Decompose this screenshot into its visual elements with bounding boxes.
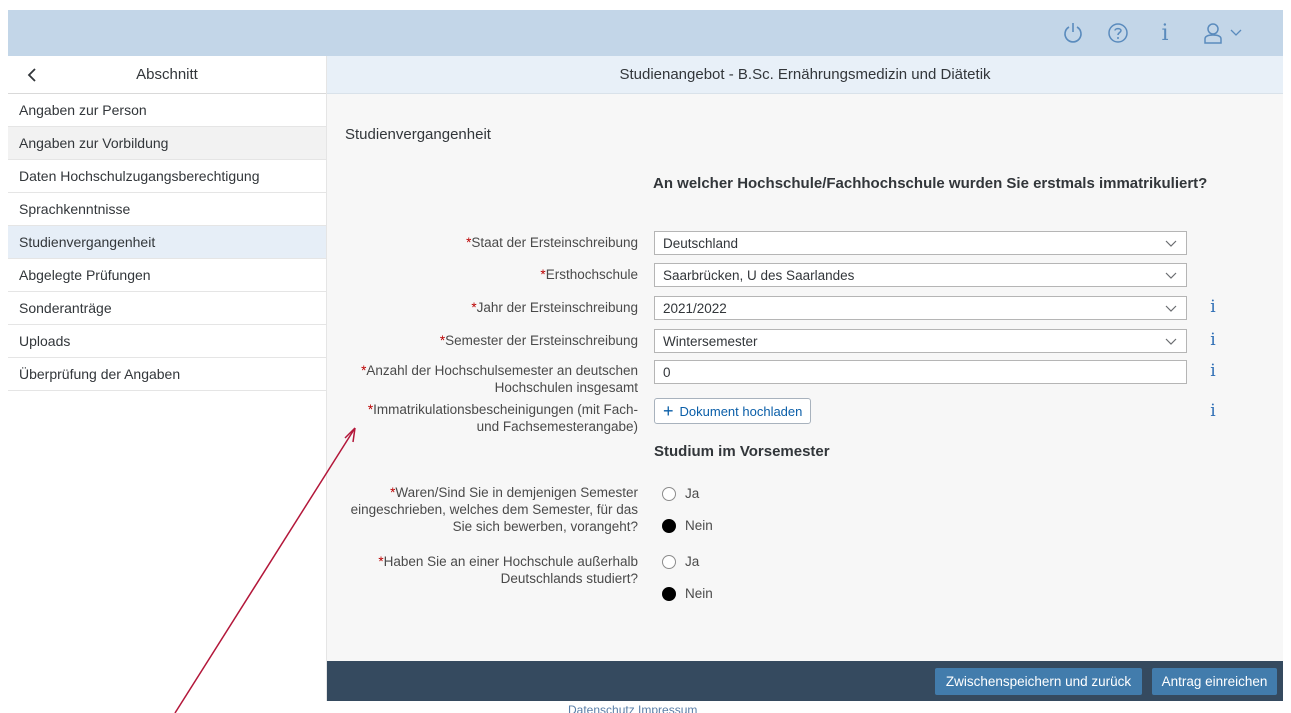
radio-label: Nein: [685, 586, 713, 601]
main-content: Studienangebot - B.Sc. Ernährungsmedizin…: [327, 56, 1283, 661]
sidebar: Abschnitt Angaben zur Person Angaben zur…: [8, 56, 327, 701]
question-heading: An welcher Hochschule/Fachhochschule wur…: [653, 175, 1208, 192]
plus-icon: +: [663, 401, 674, 421]
radio-label: Ja: [685, 486, 700, 501]
info-icon[interactable]: i: [1207, 297, 1219, 317]
radio-circle-selected: [662, 518, 676, 533]
radio-circle: [662, 486, 676, 501]
radio-circle-selected: [662, 586, 676, 601]
frame-right: [1283, 0, 1291, 713]
vorsemester-question: *Waren/Sind Sie in demjenigen Semester e…: [350, 485, 638, 534]
semester-value: Wintersemester: [663, 333, 758, 349]
chevron-down-icon: [1164, 301, 1178, 315]
sidebar-item-person[interactable]: Angaben zur Person: [8, 94, 326, 127]
chevron-down-icon: [1164, 268, 1178, 282]
power-icon[interactable]: [1058, 18, 1088, 48]
immatrikulation-label: *Immatrikulationsbescheinigungen (mit Fa…: [367, 402, 638, 434]
ausland-radio-ja[interactable]: Ja: [662, 554, 699, 569]
save-and-back-button[interactable]: Zwischenspeichern und zurück: [935, 668, 1142, 695]
info-icon[interactable]: i: [1207, 401, 1219, 421]
ausland-radio-nein[interactable]: Nein: [662, 586, 713, 601]
back-chevron-icon[interactable]: [24, 67, 40, 83]
radio-label: Ja: [685, 554, 700, 569]
upload-document-button[interactable]: + Dokument hochladen: [654, 398, 812, 424]
staat-value: Deutschland: [663, 235, 739, 251]
ausland-question: *Haben Sie an einer Hochschule außerhalb…: [378, 554, 638, 586]
sidebar-item-studienvergangenheit[interactable]: Studienvergangenheit: [8, 226, 326, 259]
info-icon[interactable]: i: [1207, 361, 1219, 381]
sidebar-item-vorbildung[interactable]: Angaben zur Vorbildung: [8, 127, 326, 160]
sidebar-item-hzb[interactable]: Daten Hochschulzugangsberechtigung: [8, 160, 326, 193]
upload-button-label: Dokument hochladen: [679, 403, 803, 419]
radio-circle: [662, 554, 676, 569]
footer-bar: Zwischenspeichern und zurück Antrag einr…: [327, 661, 1283, 701]
sidebar-title: Abschnitt: [136, 66, 198, 83]
help-icon[interactable]: [1103, 18, 1133, 48]
hochschule-select[interactable]: Saarbrücken, U des Saarlandes: [654, 263, 1187, 287]
sidebar-item-sprachkenntnisse[interactable]: Sprachkenntnisse: [8, 193, 326, 226]
sidebar-item-sonderantraege[interactable]: Sonderanträge: [8, 292, 326, 325]
info-icon[interactable]: i: [1207, 330, 1219, 350]
vorsemester-radio-nein[interactable]: Nein: [662, 518, 713, 533]
jahr-value: 2021/2022: [663, 300, 727, 316]
section-title: Studienvergangenheit: [345, 126, 491, 143]
sidebar-item-ueberpruefung[interactable]: Überprüfung der Angaben: [8, 358, 326, 391]
anzahl-label: *Anzahl der Hochschulsemester an deutsch…: [361, 363, 638, 395]
chevron-down-icon: [1164, 236, 1178, 250]
vorsemester-radio-ja[interactable]: Ja: [662, 486, 699, 501]
sidebar-header: Abschnitt: [8, 56, 326, 94]
submit-application-button[interactable]: Antrag einreichen: [1152, 668, 1277, 695]
sidebar-item-pruefungen[interactable]: Abgelegte Prüfungen: [8, 259, 326, 292]
user-icon[interactable]: [1198, 18, 1228, 48]
hochschule-value: Saarbrücken, U des Saarlandes: [663, 267, 855, 283]
footer-links[interactable]: Datenschutz Impressum: [568, 703, 697, 713]
staat-select[interactable]: Deutschland: [654, 231, 1187, 255]
top-bar: i: [8, 10, 1283, 56]
jahr-label: *Jahr der Ersteinschreibung: [471, 300, 638, 315]
main-header: Studienangebot - B.Sc. Ernährungsmedizin…: [327, 56, 1283, 94]
app-window: i Abschnitt Angaben zur Person Angaben z…: [0, 0, 1291, 713]
chevron-down-icon[interactable]: [1228, 18, 1244, 48]
anzahl-input[interactable]: 0: [654, 360, 1187, 384]
sidebar-item-uploads[interactable]: Uploads: [8, 325, 326, 358]
chevron-down-icon: [1164, 334, 1178, 348]
info-icon[interactable]: i: [1155, 18, 1175, 48]
jahr-select[interactable]: 2021/2022: [654, 296, 1187, 320]
semester-select[interactable]: Wintersemester: [654, 329, 1187, 353]
staat-label: *Staat der Ersteinschreibung: [466, 235, 638, 250]
hochschule-label: *Ersthochschule: [540, 267, 638, 282]
vorsemester-heading: Studium im Vorsemester: [654, 443, 830, 460]
semester-label: *Semester der Ersteinschreibung: [439, 333, 638, 348]
frame-left: [0, 0, 8, 713]
radio-label: Nein: [685, 518, 713, 533]
